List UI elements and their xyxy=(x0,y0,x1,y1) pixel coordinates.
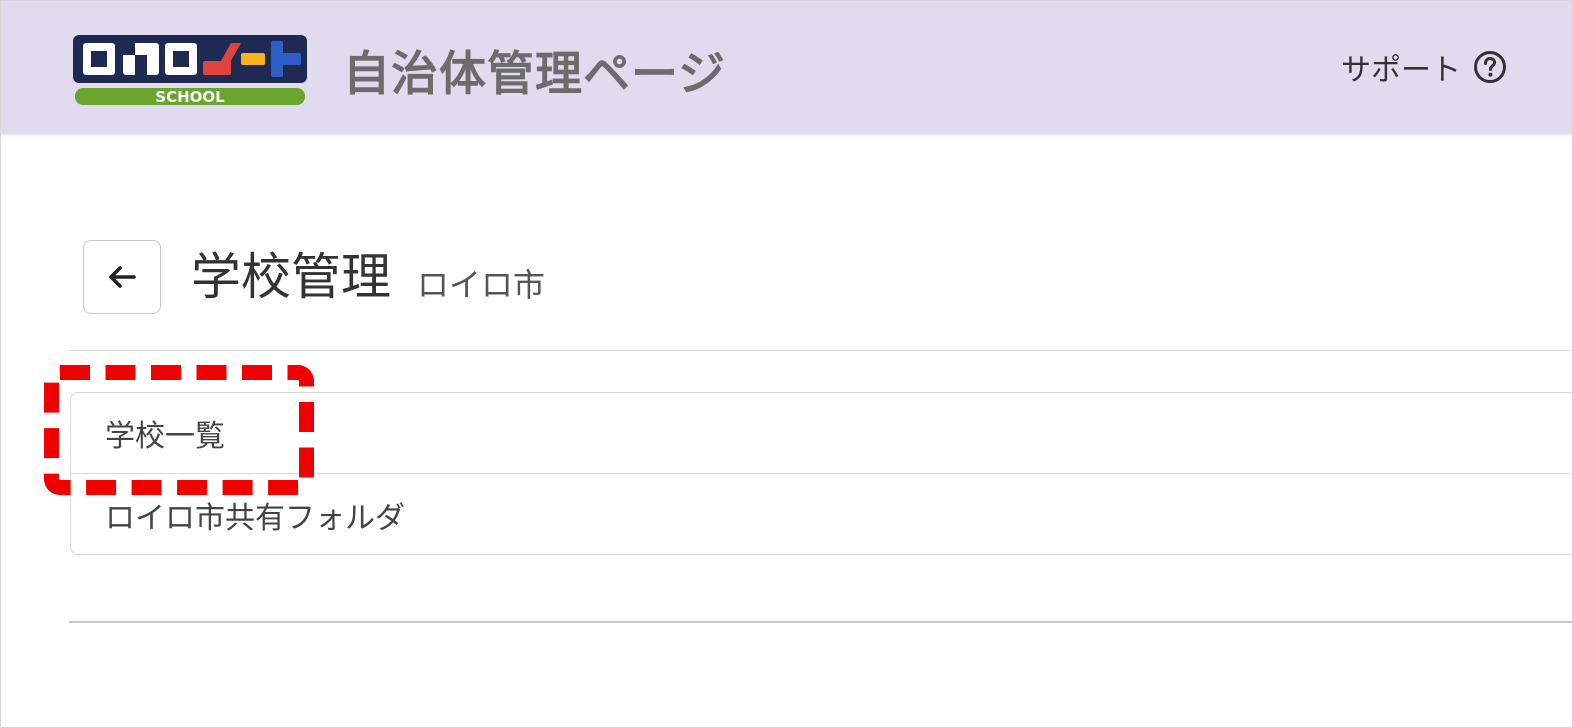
menu-list: 学校一覧 ロイロ市共有フォルダ xyxy=(70,392,1572,555)
menu-item-shared-folder[interactable]: ロイロ市共有フォルダ xyxy=(71,474,1572,555)
divider xyxy=(69,350,1572,351)
menu-item-label: 学校一覧 xyxy=(105,419,225,454)
menu-item-school-list[interactable]: 学校一覧 xyxy=(71,393,1572,474)
divider xyxy=(69,621,1572,623)
back-button[interactable] xyxy=(83,240,161,314)
menu-item-label: ロイロ市共有フォルダ xyxy=(105,500,405,536)
support-link[interactable]: サポート xyxy=(1341,45,1507,89)
app-title: 自治体管理ページ xyxy=(343,47,727,102)
arrow-left-icon xyxy=(109,266,136,288)
top-header: SCHOOL 自治体管理ページ サポート xyxy=(1,1,1572,134)
question-circle-icon xyxy=(1474,51,1506,83)
app-window: SCHOOL 自治体管理ページ サポート 学校管理 ロイロ市 学校一覧 ロイロ市… xyxy=(0,0,1573,728)
page-title: 学校管理 xyxy=(191,248,391,306)
logo-badge-text: SCHOOL xyxy=(155,88,225,106)
page-subtitle: ロイロ市 xyxy=(417,266,546,304)
loilonote-school-logo[interactable]: SCHOOL xyxy=(73,33,307,107)
support-label: サポート xyxy=(1341,53,1461,88)
